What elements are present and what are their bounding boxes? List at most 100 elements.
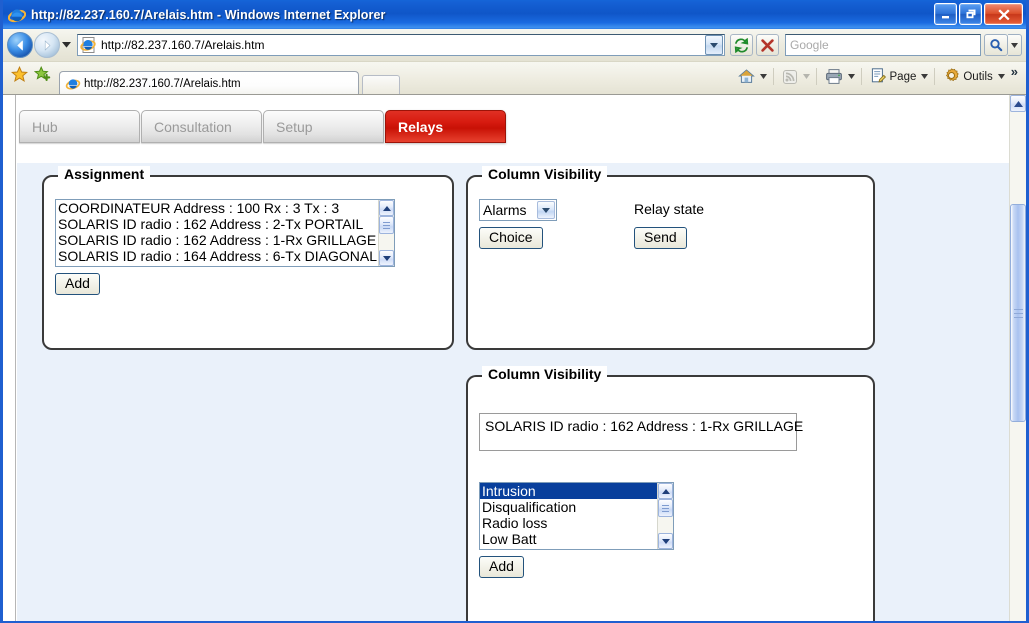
page-menu-label: Page xyxy=(889,70,917,83)
tools-menu-dropdown[interactable] xyxy=(997,74,1006,79)
page-viewport: Hub Consultation Setup Relays Assignment… xyxy=(3,94,1026,621)
history-dropdown[interactable] xyxy=(60,32,73,58)
list-item[interactable]: Low Batt xyxy=(480,531,657,547)
assignment-listbox-scrollbar[interactable] xyxy=(378,200,394,266)
alarm-types-items: Intrusion Disqualification Radio loss Lo… xyxy=(480,483,657,549)
feeds-button xyxy=(779,68,801,86)
site-tab-label: Relays xyxy=(398,118,444,135)
list-item[interactable]: SOLARIS ID radio : 164 Address : 6-Tx DI… xyxy=(56,248,378,264)
print-button[interactable] xyxy=(822,67,846,86)
ie-icon xyxy=(8,6,26,24)
browser-tab[interactable]: http://82.237.160.7/Arelais.htm xyxy=(59,71,359,95)
assignment-add-button[interactable]: Add xyxy=(55,273,100,295)
chevron-down-icon[interactable] xyxy=(537,201,555,219)
forward-button[interactable] xyxy=(34,32,60,58)
scrollbar-track[interactable] xyxy=(658,499,673,533)
relay-state-label: Relay state xyxy=(634,201,705,217)
send-button[interactable]: Send xyxy=(634,227,687,249)
command-bar-buttons: Page Outils » xyxy=(735,62,1023,94)
restore-button[interactable] xyxy=(959,3,982,25)
page-scrollbar-track[interactable] xyxy=(1010,112,1026,621)
separator xyxy=(772,68,774,85)
search-input[interactable] xyxy=(786,35,980,55)
assignment-listbox[interactable]: COORDINATEUR Address : 100 Rx : 3 Tx : 3… xyxy=(55,199,395,267)
list-item[interactable]: SOLARIS ID radio : 162 Address : 1-Rx GR… xyxy=(56,232,378,248)
tools-menu-button[interactable]: Outils xyxy=(940,66,995,88)
site-tab-relays[interactable]: Relays xyxy=(385,110,506,143)
tools-icon xyxy=(943,67,960,87)
search-box[interactable] xyxy=(785,34,981,56)
close-button[interactable] xyxy=(984,3,1023,25)
home-button[interactable] xyxy=(735,67,758,86)
window-controls xyxy=(934,3,1023,25)
command-bar: http://82.237.160.7/Arelais.htm Page Out… xyxy=(3,62,1026,95)
ie-page-icon xyxy=(80,36,98,54)
alarms-select[interactable]: Alarms xyxy=(479,199,557,221)
page-content: Hub Consultation Setup Relays Assignment… xyxy=(17,95,1009,621)
back-button[interactable] xyxy=(7,32,33,58)
search-provider-dropdown[interactable] xyxy=(1008,34,1022,56)
page-scroll-up-icon[interactable] xyxy=(1010,95,1026,112)
content-area: Assignment COORDINATEUR Address : 100 Rx… xyxy=(17,163,1009,621)
scroll-up-icon[interactable] xyxy=(379,200,394,216)
scroll-down-icon[interactable] xyxy=(658,533,673,549)
scrollbar-grip-icon xyxy=(383,221,390,229)
list-item[interactable]: Radio loss xyxy=(480,515,657,531)
scrollbar-thumb[interactable] xyxy=(379,216,394,234)
site-tab-hub[interactable]: Hub xyxy=(19,110,140,143)
separator xyxy=(860,68,862,85)
page-icon xyxy=(870,67,887,87)
stop-button[interactable] xyxy=(756,34,779,56)
site-tab-label: Hub xyxy=(32,118,58,135)
page-scrollbar[interactable] xyxy=(1009,95,1026,621)
page-left-gutter xyxy=(3,95,16,621)
assignment-panel-body: COORDINATEUR Address : 100 Rx : 3 Tx : 3… xyxy=(44,177,452,348)
site-navigation-tabs: Hub Consultation Setup Relays xyxy=(19,110,507,143)
print-dropdown[interactable] xyxy=(847,74,856,79)
page-menu-dropdown[interactable] xyxy=(920,74,929,79)
page-scrollbar-thumb[interactable] xyxy=(1010,204,1026,422)
window-title-suffix: - Windows Internet Explorer xyxy=(213,7,386,22)
alarms-select-value: Alarms xyxy=(483,202,527,218)
selected-device-field[interactable]: SOLARIS ID radio : 162 Address : 1-Rx GR… xyxy=(479,413,803,451)
favorites-group xyxy=(7,62,55,94)
separator xyxy=(934,68,936,85)
search-go-button[interactable] xyxy=(984,34,1008,56)
choice-button[interactable]: Choice xyxy=(479,227,543,249)
scroll-down-icon[interactable] xyxy=(379,250,394,266)
site-tab-setup[interactable]: Setup xyxy=(263,110,384,143)
tab-strip: http://82.237.160.7/Arelais.htm xyxy=(59,62,400,95)
window-title-url: http://82.237.160.7/Arelais.htm xyxy=(31,7,214,22)
ie-page-icon xyxy=(65,76,81,92)
alarm-types-scrollbar[interactable] xyxy=(657,483,673,549)
home-dropdown[interactable] xyxy=(759,74,768,79)
scroll-up-icon[interactable] xyxy=(658,483,673,499)
favorites-button[interactable] xyxy=(10,65,29,88)
list-item[interactable]: SOLARIS ID radio : 162 Address : 2-Tx PO… xyxy=(56,216,378,232)
overflow-chevron-icon[interactable]: » xyxy=(1007,64,1022,81)
assignment-listbox-items: COORDINATEUR Address : 100 Rx : 3 Tx : 3… xyxy=(56,200,378,266)
refresh-button[interactable] xyxy=(730,34,753,56)
web-page: Hub Consultation Setup Relays Assignment… xyxy=(3,95,1009,621)
alarm-types-listbox[interactable]: Intrusion Disqualification Radio loss Lo… xyxy=(479,482,674,550)
list-item[interactable]: Disqualification xyxy=(480,499,657,515)
address-bar[interactable]: http://82.237.160.7/Arelais.htm xyxy=(77,34,725,56)
assignment-panel: Assignment COORDINATEUR Address : 100 Rx… xyxy=(42,166,454,350)
address-text: http://82.237.160.7/Arelais.htm xyxy=(101,37,265,52)
list-item[interactable]: COORDINATEUR Address : 100 Rx : 3 Tx : 3 xyxy=(56,200,378,216)
new-tab-button[interactable] xyxy=(362,75,400,95)
site-tab-consultation[interactable]: Consultation xyxy=(141,110,262,143)
list-item[interactable]: Intrusion xyxy=(480,483,657,499)
column-visibility-bottom-panel: Column Visibility SOLARIS ID radio : 162… xyxy=(466,366,875,621)
alarm-add-button[interactable]: Add xyxy=(479,556,524,578)
site-tab-label: Setup xyxy=(276,118,313,135)
browser-window: http://82.237.160.7/Arelais.htm - Window… xyxy=(0,0,1029,623)
address-dropdown[interactable] xyxy=(705,35,723,55)
page-menu-button[interactable]: Page xyxy=(867,66,920,88)
minimize-button[interactable] xyxy=(934,3,957,25)
scrollbar-track[interactable] xyxy=(379,216,394,250)
site-tab-label: Consultation xyxy=(154,118,232,135)
feeds-dropdown xyxy=(802,74,811,79)
add-to-favorites-button[interactable] xyxy=(33,65,51,88)
scrollbar-thumb[interactable] xyxy=(658,499,673,517)
